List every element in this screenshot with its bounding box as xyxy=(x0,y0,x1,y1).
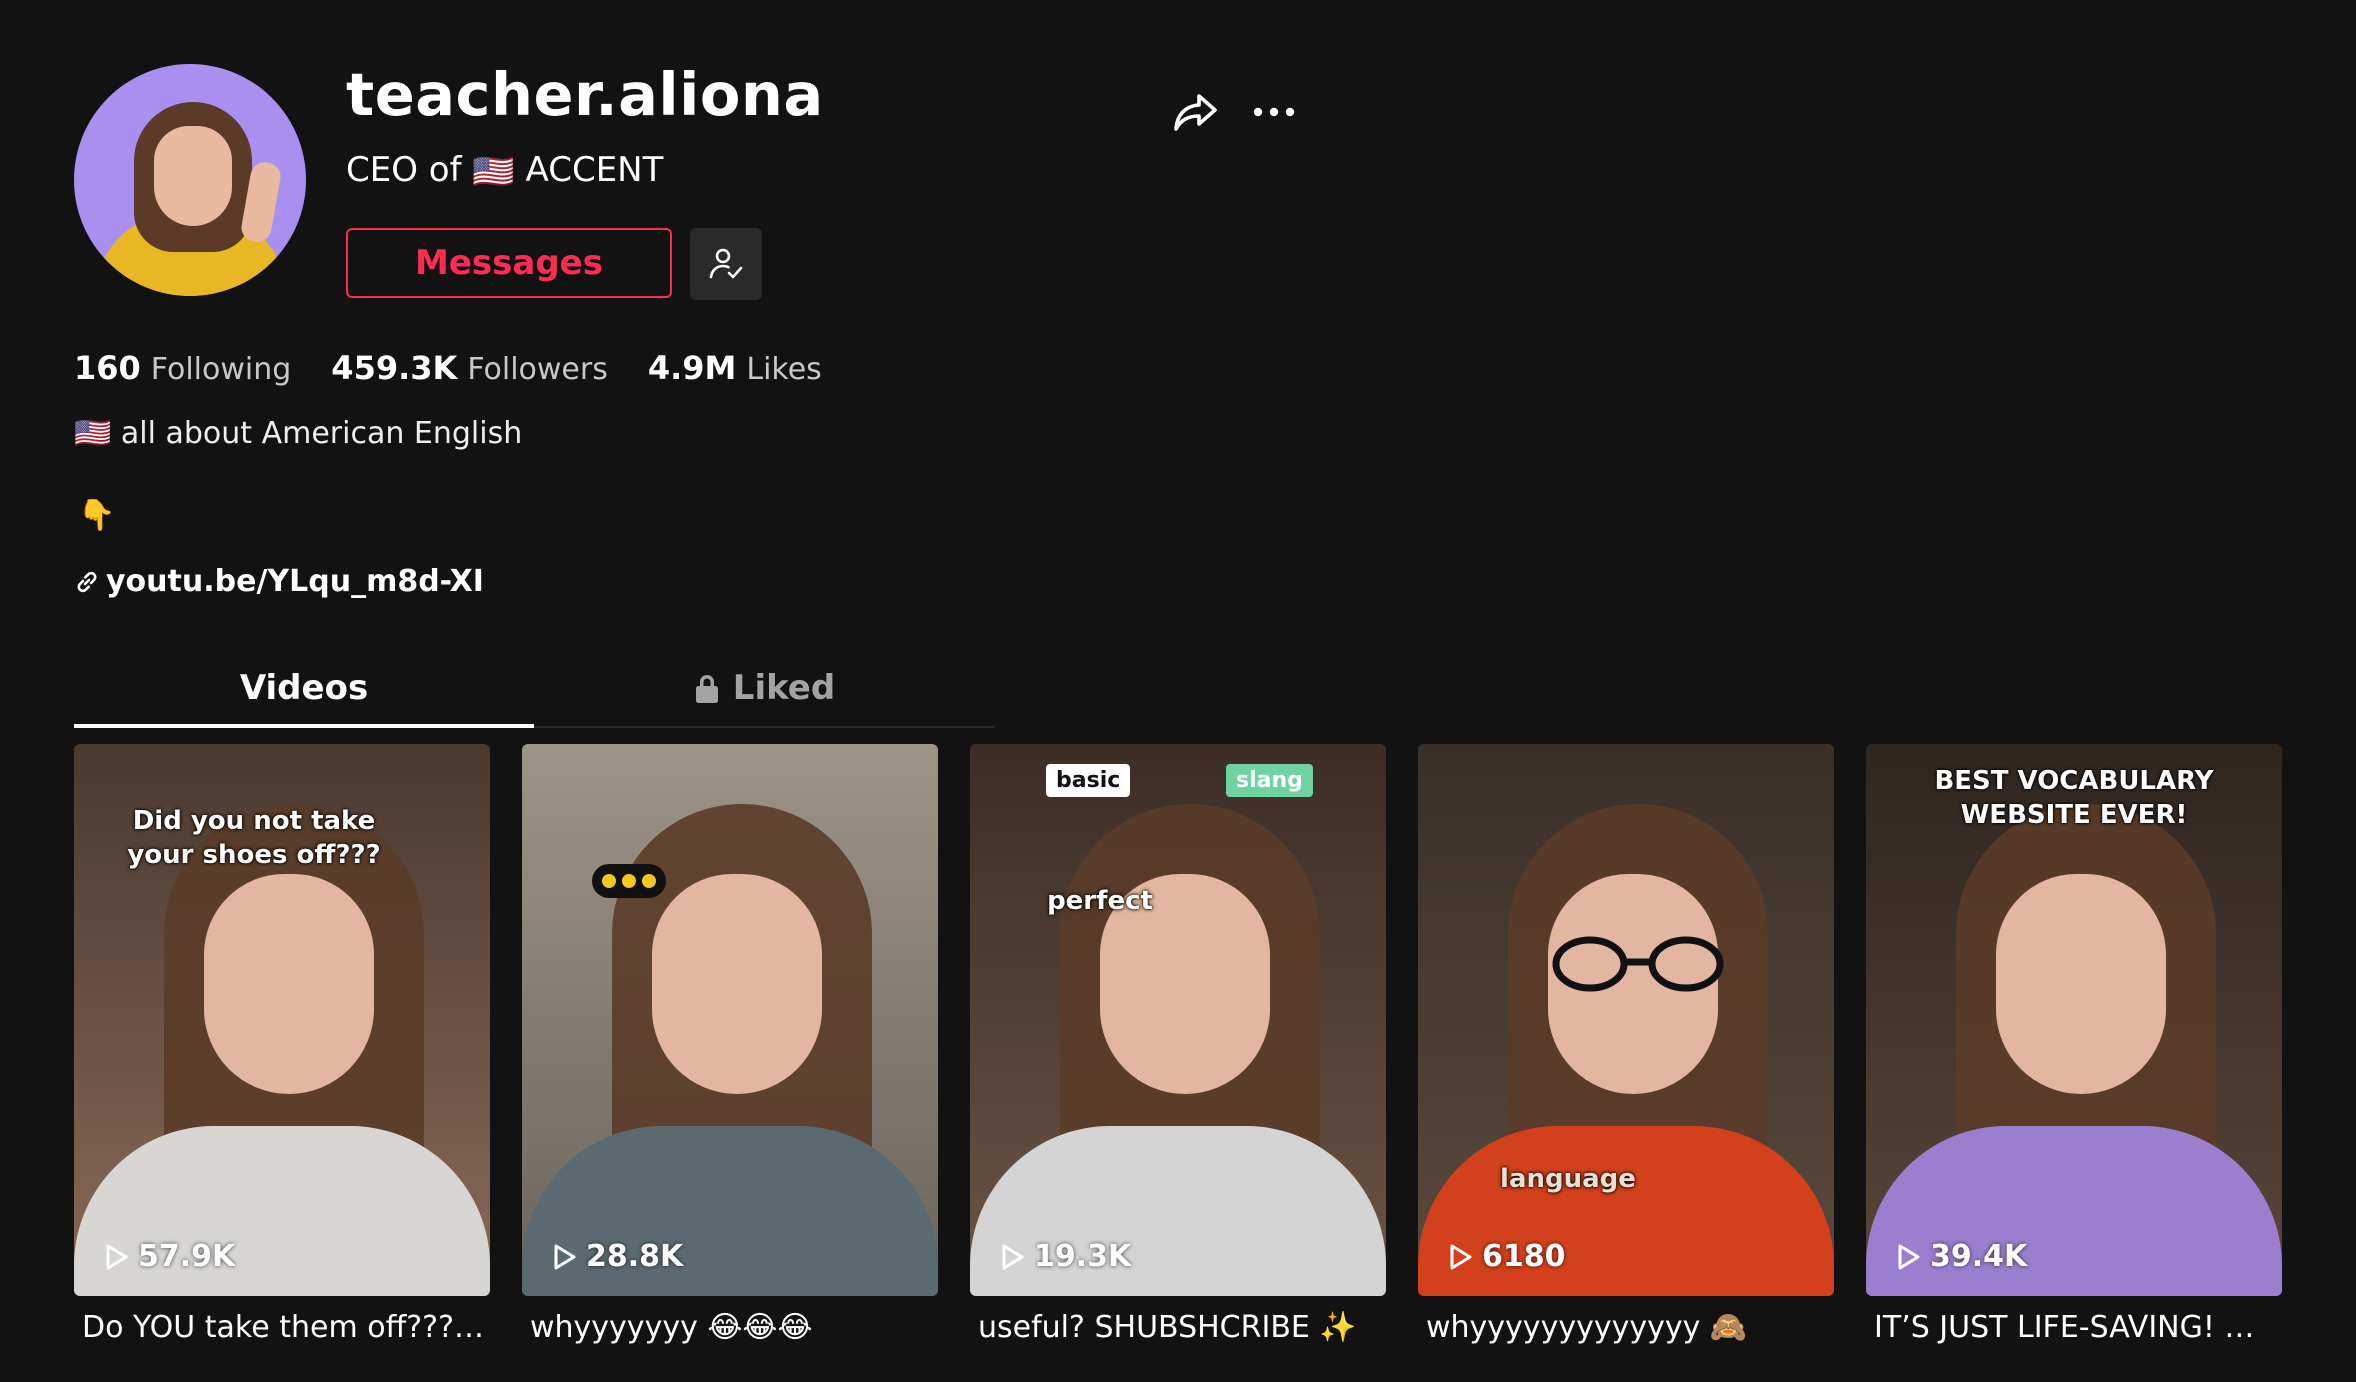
video-caption[interactable]: Do YOU take them off?????? xyxy=(74,1306,490,1350)
video-caption[interactable]: whyyyyyyy 😂😂😂 xyxy=(522,1306,938,1350)
stat-following[interactable]: 160 Following xyxy=(74,346,291,392)
video-overlay-text: Did you not take your shoes off??? xyxy=(127,806,381,870)
profile-tabs: Videos Liked xyxy=(74,652,994,728)
play-icon xyxy=(1002,1244,1024,1269)
play-icon xyxy=(554,1244,576,1269)
play-icon xyxy=(106,1244,128,1269)
link-text: youtu.be/YLqu_m8d-XI xyxy=(106,564,484,599)
video-play-count: 19.3K xyxy=(1000,1239,1131,1274)
subtitle-prefix: CEO of xyxy=(346,150,462,190)
bio-text: 🇺🇸 all about American English xyxy=(74,414,522,454)
glasses-icon xyxy=(1552,936,1724,992)
video-card[interactable]: basic slang perfect 19.3K useful? SHUBSH… xyxy=(970,744,1386,1350)
share-button[interactable] xyxy=(1166,84,1226,140)
tab-label: Videos xyxy=(239,668,369,708)
share-icon xyxy=(1174,94,1217,131)
active-tab-indicator xyxy=(74,724,534,728)
messages-button[interactable]: Messages xyxy=(346,228,672,298)
more-options-button[interactable] xyxy=(1246,84,1302,140)
more-icon xyxy=(1253,107,1295,117)
play-icon xyxy=(1450,1244,1472,1269)
video-thumbnail[interactable]: language 6180 xyxy=(1418,744,1834,1296)
play-count-value: 28.8K xyxy=(586,1239,684,1274)
video-play-count: 28.8K xyxy=(552,1239,683,1274)
tab-liked[interactable]: Liked xyxy=(534,652,994,724)
video-overlay-text: perfect xyxy=(1047,886,1153,916)
video-thumbnail[interactable]: basic slang perfect 19.3K xyxy=(970,744,1386,1296)
profile-subtitle: CEO of 🇺🇸 ACCENT xyxy=(346,148,663,194)
typing-dots-icon xyxy=(592,864,666,898)
stat-label: Followers xyxy=(467,352,608,387)
video-caption[interactable]: whyyyyyyyyyyyyy 🙈 xyxy=(1418,1306,1834,1350)
play-icon xyxy=(1898,1244,1920,1269)
video-grid: Did you not take your shoes off??? 57.9K… xyxy=(74,744,2282,1350)
following-button[interactable] xyxy=(690,228,762,300)
stat-followers[interactable]: 459.3K Followers xyxy=(331,346,608,392)
video-thumbnail[interactable]: 28.8K xyxy=(522,744,938,1296)
video-caption[interactable]: useful? SHUBSHCRIBE ✨ xyxy=(970,1306,1386,1350)
video-caption[interactable]: IT’S JUST LIFE-SAVING! 😁... xyxy=(1866,1306,2282,1350)
play-count-value: 57.9K xyxy=(138,1239,236,1274)
play-count-value: 6180 xyxy=(1482,1239,1566,1274)
basic-badge: basic xyxy=(1046,764,1131,797)
video-thumbnail[interactable]: BEST VOCABULARY WEBSITE EVER! 39.4K xyxy=(1866,744,2282,1296)
stat-value: 459.3K xyxy=(331,349,458,387)
play-count-value: 19.3K xyxy=(1034,1239,1132,1274)
video-card[interactable]: BEST VOCABULARY WEBSITE EVER! 39.4K IT’S… xyxy=(1866,744,2282,1350)
video-play-count: 6180 xyxy=(1448,1239,1566,1274)
video-card[interactable]: language 6180 whyyyyyyyyyyyyy 🙈 xyxy=(1418,744,1834,1350)
video-overlay-text: BEST VOCABULARY WEBSITE EVER! xyxy=(1934,766,2214,830)
profile-stats: 160 Following 459.3K Followers 4.9M Likes xyxy=(74,346,822,392)
play-count-value: 39.4K xyxy=(1930,1239,2028,1274)
us-flag-icon: 🇺🇸 xyxy=(472,151,515,192)
stat-value: 160 xyxy=(74,349,141,387)
stat-likes: 4.9M Likes xyxy=(648,346,822,392)
video-play-count: 57.9K xyxy=(104,1239,235,1274)
bio-line: all about American English xyxy=(120,416,523,451)
follow-check-icon xyxy=(709,248,743,279)
profile-username: teacher.aliona xyxy=(346,60,824,129)
bio-link[interactable]: youtu.be/YLqu_m8d-XI xyxy=(74,562,484,602)
video-overlay-text: language xyxy=(1500,1164,1636,1194)
stat-value: 4.9M xyxy=(647,349,737,387)
stat-label: Following xyxy=(150,352,292,387)
profile-avatar xyxy=(74,64,306,296)
video-play-count: 39.4K xyxy=(1896,1239,2027,1274)
stat-label: Likes xyxy=(746,352,822,387)
us-flag-icon: 🇺🇸 xyxy=(74,416,112,451)
video-thumbnail[interactable]: Did you not take your shoes off??? 57.9K xyxy=(74,744,490,1296)
tab-label: Liked xyxy=(732,668,836,708)
link-icon xyxy=(77,571,97,593)
tab-videos[interactable]: Videos xyxy=(74,652,534,724)
video-card[interactable]: Did you not take your shoes off??? 57.9K… xyxy=(74,744,490,1350)
subtitle-suffix: ACCENT xyxy=(525,150,664,190)
pointing-down-icon: 👇 xyxy=(78,498,116,533)
slang-badge: slang xyxy=(1226,764,1313,797)
video-card[interactable]: 28.8K whyyyyyyy 😂😂😂 xyxy=(522,744,938,1350)
lock-icon xyxy=(695,675,718,703)
